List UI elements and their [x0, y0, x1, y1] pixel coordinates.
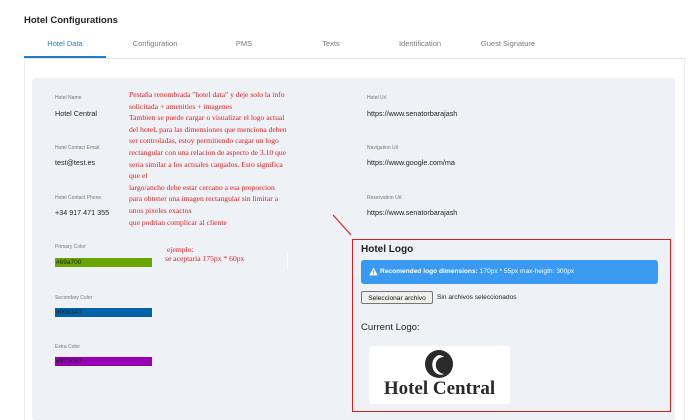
- tab-configuration[interactable]: Configuration: [121, 32, 189, 58]
- frame-border-right: [684, 58, 685, 420]
- annotation-line: que el: [129, 171, 148, 181]
- primary-color-value: #69a700: [56, 259, 82, 266]
- hotel-url-value[interactable]: https://www.senatorbarajash: [367, 109, 457, 118]
- annotation-line: unos pixeles exactos: [129, 205, 192, 215]
- annotation-line: del hotel, para las dimensiones que menc…: [129, 124, 287, 134]
- text-cursor: [287, 253, 288, 270]
- annotation-line: para obtener una imagen rectangular sin …: [129, 194, 279, 204]
- tab-pms[interactable]: PMS: [219, 32, 269, 58]
- annotation-note: Pestaña renombrada "hotel data" y deje s…: [129, 89, 351, 228]
- reservation-url-label: Reservation Url: [367, 195, 402, 201]
- page-title: Hotel Configurations: [24, 15, 118, 26]
- file-status-text: Sin archivos seleccionados: [437, 294, 517, 301]
- navigation-url-label: Navigation Url: [367, 145, 399, 151]
- contact-phone-value[interactable]: +34 917 471 355: [55, 208, 109, 217]
- hotel-logo-mark-icon: [425, 350, 453, 378]
- hotel-name-value[interactable]: Hotel Central: [55, 109, 97, 118]
- annotation-example-text: se aceptaria 175px * 60px: [165, 254, 245, 263]
- annotation-line: ser controladas, estoy permitiendo carga…: [129, 136, 279, 146]
- contact-phone-label: Hotel Contact Phone: [55, 195, 102, 201]
- extra-color-value: #9700B2: [56, 358, 83, 365]
- hotel-logo-wordmark: Hotel Central: [383, 378, 496, 399]
- annotation-arrow: [332, 214, 352, 236]
- logo-dimensions-alert: Recomended logo dimensions: 170px * 55px…: [361, 260, 658, 284]
- annotation-line: Pestaña renombrada "hotel data" y deje s…: [129, 90, 285, 99]
- primary-color-label: Primary Color: [55, 244, 86, 250]
- tabs-bar: Hotel Data Configuration PMS Texts Ident…: [24, 32, 684, 59]
- hotel-logo-title: Hotel Logo: [361, 244, 414, 255]
- annotation-line: Tambien se puede cargar o visualizar el …: [129, 113, 285, 123]
- contact-email-label: Hotel Contact Email: [55, 145, 100, 151]
- contact-email-value[interactable]: test@test.es: [55, 158, 95, 167]
- annotation-line: que podrian complicar al cliente: [129, 217, 227, 227]
- reservation-url-value[interactable]: https://www.senatorbarajash: [367, 208, 457, 217]
- tab-texts[interactable]: Texts: [306, 32, 356, 58]
- tab-identification[interactable]: Identification: [384, 32, 456, 58]
- alert-strong-text: Recomended logo dimensions:: [380, 268, 478, 275]
- warning-triangle-icon: [369, 267, 378, 276]
- current-logo-image: Hotel Central: [369, 346, 510, 404]
- hotel-url-label: Hotel Url: [367, 95, 387, 101]
- primary-color-swatch[interactable]: #69a700: [55, 258, 152, 267]
- extra-color-label: Extra Color: [55, 344, 81, 350]
- secondary-color-label: Secondary Color: [55, 295, 93, 301]
- tab-guest-signature[interactable]: Guest Signature: [469, 32, 547, 58]
- annotation-line: solicitada + amenities + imagenes: [129, 101, 233, 111]
- secondary-color-value: #0063A7: [56, 309, 83, 316]
- hotel-name-label: Hotel Name: [55, 95, 82, 101]
- navigation-url-value[interactable]: https://www.google.com/ma: [367, 158, 455, 167]
- annotation-line: seria similar a los actuales cargados. E…: [129, 159, 283, 169]
- annotation-line: rectangular con una relacion de aspecto …: [129, 147, 287, 157]
- frame-border-left: [24, 58, 25, 420]
- current-logo-label: Current Logo:: [361, 322, 420, 333]
- choose-file-button[interactable]: Seleccionar archivo: [361, 291, 433, 304]
- annotation-line: largo/ancho debe estar cercano a esa pro…: [129, 182, 275, 192]
- extra-color-swatch[interactable]: #9700B2: [55, 357, 152, 366]
- alert-text: 170px * 55px max-heigth: 300px: [477, 268, 575, 275]
- secondary-color-swatch[interactable]: #0063A7: [55, 308, 152, 317]
- annotation-example-label: ejemplo:: [167, 245, 194, 254]
- tab-hotel-data[interactable]: Hotel Data: [24, 32, 106, 58]
